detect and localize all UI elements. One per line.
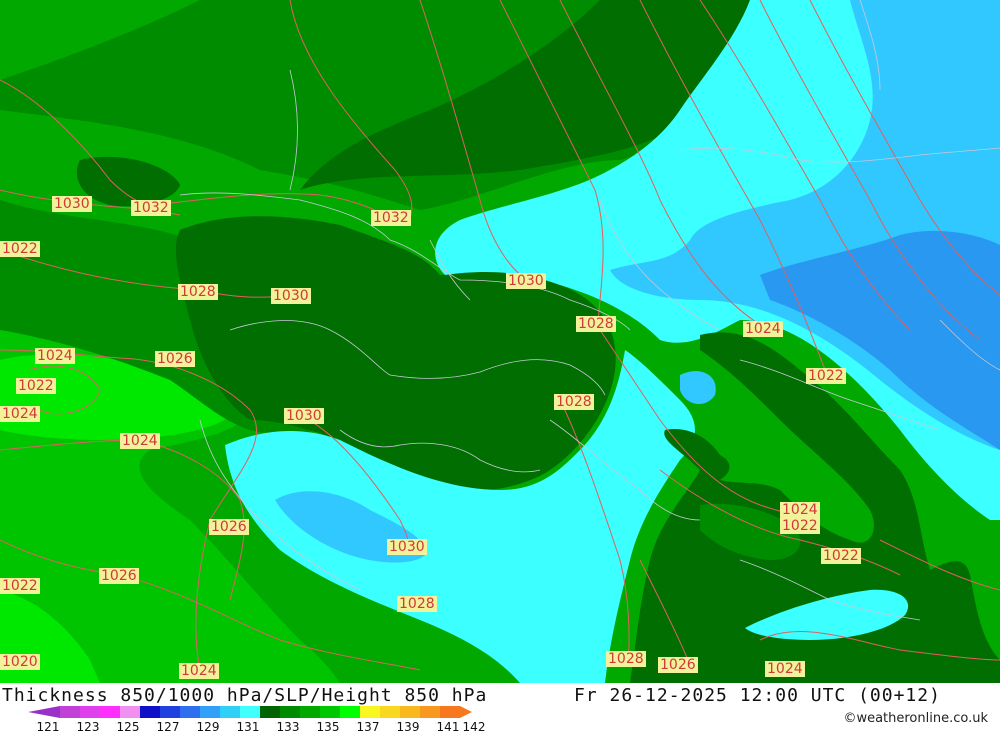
isobar-label: 1030 — [506, 273, 546, 289]
legend-tick-label: 121 — [36, 720, 60, 734]
legend-swatch — [200, 706, 221, 718]
legend-swatch — [240, 706, 261, 718]
isobar-label: 1024 — [35, 348, 75, 364]
isobar-label: 1026 — [99, 568, 139, 584]
isobar-label: 1030 — [271, 288, 311, 304]
legend-swatch — [220, 706, 241, 718]
map-datetime: Fr 26-12-2025 12:00 UTC (00+12) — [574, 685, 941, 706]
isobar-label: 1022 — [0, 241, 40, 257]
legend-swatch-end — [440, 706, 472, 718]
isobar-label: 1024 — [743, 321, 783, 337]
legend-tick-label: 131 — [236, 720, 260, 734]
legend-swatch — [160, 706, 181, 718]
legend-tick-label: 129 — [196, 720, 220, 734]
isobar-label: 1024 — [0, 406, 40, 422]
legend-swatch — [60, 706, 81, 718]
isobar-label: 1030 — [387, 539, 427, 555]
legend-swatch — [400, 706, 421, 718]
legend-swatch — [180, 706, 201, 718]
legend-swatch — [380, 706, 401, 718]
legend-swatch — [300, 706, 321, 718]
isobar-label: 1028 — [606, 651, 646, 667]
isobar-label: 1020 — [0, 654, 40, 670]
legend-tick-label: 141 — [436, 720, 460, 734]
thickness-map — [0, 0, 1000, 683]
isobar-label: 1026 — [658, 657, 698, 673]
legend-tick-label: 123 — [76, 720, 100, 734]
isobar-label: 1024 — [179, 663, 219, 679]
legend-tick-label: 133 — [276, 720, 300, 734]
legend-swatch — [80, 706, 101, 718]
isobar-label: 1030 — [52, 196, 92, 212]
legend-tick-label: 139 — [396, 720, 420, 734]
isobar-label: 1028 — [554, 394, 594, 410]
isobar-label: 1026 — [155, 351, 195, 367]
isobar-label: 1022 — [821, 548, 861, 564]
map-title: Thickness 850/1000 hPa/SLP/Height 850 hP… — [2, 685, 488, 706]
legend-swatch — [420, 706, 441, 718]
map-footer: Thickness 850/1000 hPa/SLP/Height 850 hP… — [0, 683, 1000, 734]
isobar-label: 1024 — [120, 433, 160, 449]
isobar-label: 1022 — [16, 378, 56, 394]
isobar-label: 1028 — [397, 596, 437, 612]
isobar-label: 1022 — [806, 368, 846, 384]
isobar-label: 1022 — [0, 578, 40, 594]
credit-text: ©weatheronline.co.uk — [843, 711, 988, 726]
legend-swatch — [320, 706, 341, 718]
legend-swatch — [260, 706, 281, 718]
isobar-label: 1032 — [371, 210, 411, 226]
legend-tick-label: 142 — [462, 720, 486, 734]
isobar-label: 1024 — [780, 502, 820, 518]
legend-swatch — [280, 706, 301, 718]
legend-swatch — [360, 706, 381, 718]
isobar-label: 1028 — [178, 284, 218, 300]
legend-swatch — [100, 706, 121, 718]
isobar-label: 1024 — [765, 661, 805, 677]
isobar-label: 1026 — [209, 519, 249, 535]
legend-tick-label: 127 — [156, 720, 180, 734]
legend-swatch-start — [28, 706, 60, 718]
legend-swatch — [340, 706, 361, 718]
legend-swatch — [140, 706, 161, 718]
isobar-label: 1028 — [576, 316, 616, 332]
legend-tick-label: 125 — [116, 720, 140, 734]
isobar-label: 1030 — [284, 408, 324, 424]
isobar-label: 1032 — [131, 200, 171, 216]
legend-tick-label: 135 — [316, 720, 340, 734]
legend-swatch — [120, 706, 141, 718]
weather-map-view: 1030 1032 1032 1028 1030 1030 1028 1024 … — [0, 0, 1000, 734]
legend-tick-label: 137 — [356, 720, 380, 734]
isobar-label: 1022 — [780, 518, 820, 534]
color-legend — [28, 706, 472, 718]
